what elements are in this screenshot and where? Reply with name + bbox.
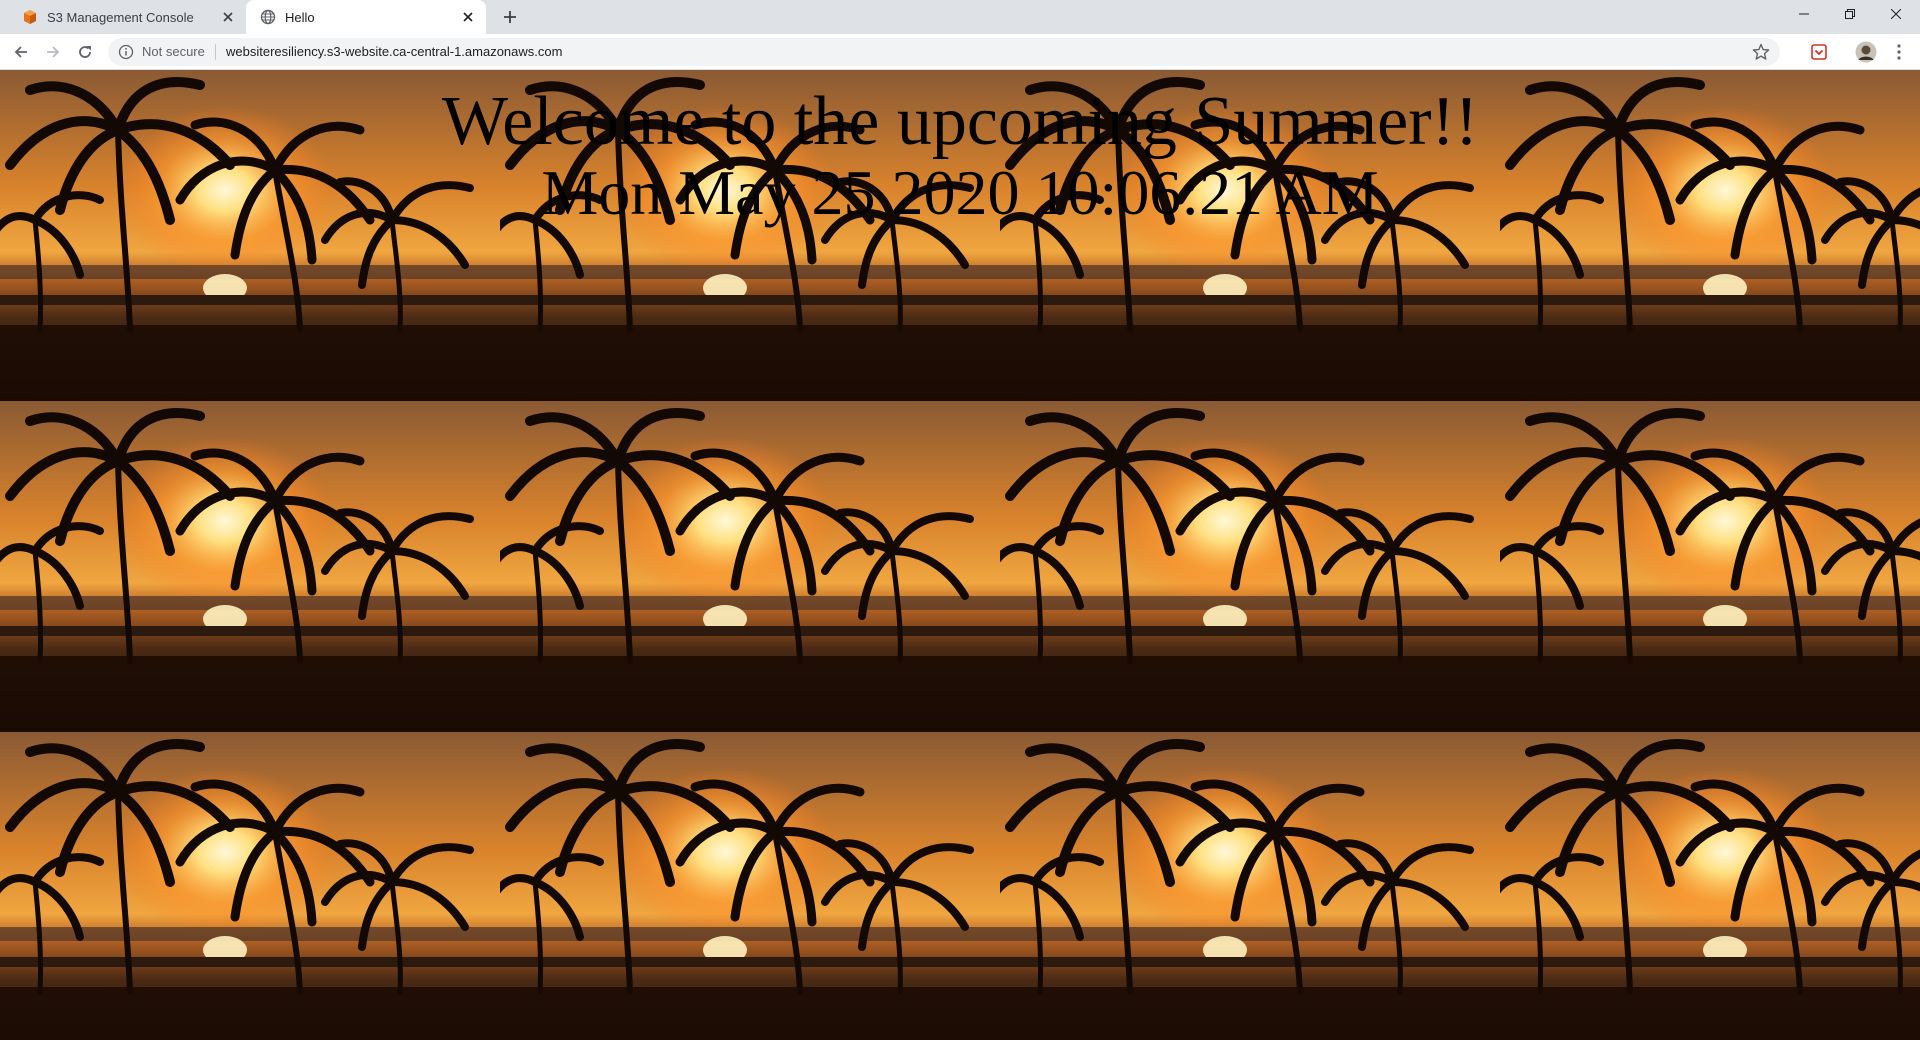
extension-button[interactable] [1805,38,1833,66]
back-button[interactable] [7,38,35,66]
address-bar[interactable]: Not secure websiteresiliency.s3-website.… [108,38,1780,66]
arrow-right-icon [47,46,60,58]
browser-toolbar: Not secure websiteresiliency.s3-website.… [0,34,1920,70]
close-tab-icon[interactable] [220,9,236,25]
tab-strip: S3 Management Console Hello [0,0,1920,34]
kebab-menu-icon [1897,44,1901,60]
menu-button[interactable] [1885,38,1913,66]
security-label[interactable]: Not secure [142,44,205,60]
profile-button[interactable] [1852,38,1880,66]
background-tile [1500,732,1920,1040]
tab-label: S3 Management Console [47,9,194,25]
restore-button[interactable] [1827,0,1873,28]
close-window-button[interactable] [1873,0,1919,28]
info-icon[interactable] [118,44,134,60]
address-separator [215,44,216,60]
aws-s3-icon [24,10,36,24]
tab-label: Hello [285,9,315,25]
reload-button[interactable] [71,38,99,66]
close-tab-icon[interactable] [460,9,476,25]
background-tile [500,732,1000,1040]
forward-button[interactable] [39,38,67,66]
background-tile [500,401,1000,732]
globe-icon [260,9,276,25]
background-tile [1000,732,1500,1040]
restore-icon [1845,9,1855,19]
page-datetime: Mon May 25 2020 10:06:21 AM [541,157,1379,228]
background-tile [1500,401,1920,732]
background-tile [0,732,500,1040]
new-tab-button[interactable] [496,7,524,27]
minimize-button[interactable] [1781,0,1827,28]
page-content: Welcome to the upcoming Summer!! Mon May… [0,70,1920,1040]
reload-icon [79,46,91,58]
tab-s3-management-console[interactable]: S3 Management Console [8,0,246,34]
tab-hello[interactable]: Hello [246,0,486,34]
bookmark-star-icon[interactable] [1752,43,1770,61]
avatar-icon [1855,41,1877,63]
plus-icon [504,11,516,23]
background-tile [0,401,500,732]
page-title: Welcome to the upcoming Summer!! [441,83,1479,160]
pocket-extension-icon [1811,44,1827,60]
minimize-icon [1799,13,1809,15]
background-tile [1000,401,1500,732]
close-icon [1891,9,1901,19]
url-text[interactable]: websiteresiliency.s3-website.ca-central-… [226,44,562,60]
arrow-left-icon [14,46,27,58]
